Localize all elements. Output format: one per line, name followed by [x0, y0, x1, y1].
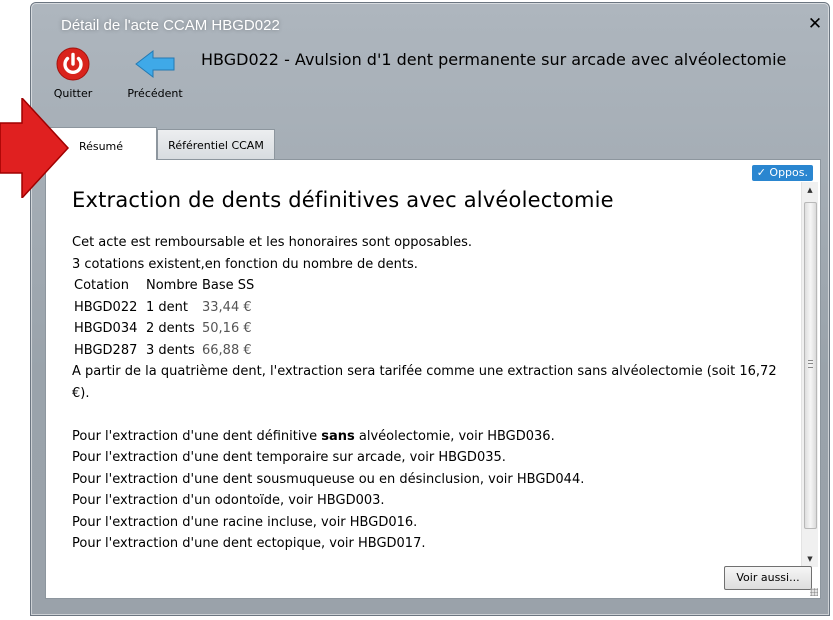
base-ss-value: 50,16 € [202, 321, 252, 336]
resume-panel: ✓ Oppos. ▲ ▼ Extraction de dents définit… [45, 159, 821, 599]
voir-aussi-button[interactable]: Voir aussi... [724, 566, 812, 590]
see-also-line: Pour l'extraction d'une dent temporaire … [72, 450, 506, 465]
table-row: HBGD022 1 dent 33,44 € [74, 297, 254, 319]
resume-document: Extraction de dents définitives avec alv… [72, 188, 787, 555]
see-also-line: Pour l'extraction d'une racine incluse, … [72, 514, 418, 530]
see-also-line: Pour l'extraction d'une dent ectopique, … [72, 536, 426, 551]
acte-heading: HBGD022 - Avulsion d'1 dent permanente s… [201, 50, 787, 69]
see-also-line: Pour l'extraction d'un odontoïde, voir H… [72, 493, 385, 508]
dent-count: 2 dents [146, 321, 195, 336]
vertical-scrollbar[interactable]: ▲ ▼ [801, 182, 818, 567]
see-also-line: Pour l'extraction d'une dent définitive … [72, 428, 555, 444]
back-arrow-icon [135, 49, 175, 79]
scroll-down-icon[interactable]: ▼ [802, 551, 818, 567]
scrollbar-thumb[interactable] [804, 202, 817, 529]
power-icon [56, 47, 90, 81]
back-label: Précédent [127, 87, 183, 100]
back-button[interactable]: Précédent [124, 47, 186, 100]
resize-grip-icon[interactable] [810, 588, 818, 596]
red-arrow-icon [0, 98, 70, 198]
base-ss-value: 66,88 € [202, 342, 252, 358]
emphasis-text: sans [321, 428, 355, 444]
table-header-row: Cotation Nombre Base SS [74, 275, 254, 297]
close-icon: ✕ [807, 14, 823, 34]
intro-line: Cet acte est remboursable et les honorai… [72, 235, 473, 250]
tab-referentiel-ccam[interactable]: Référentiel CCAM [157, 129, 275, 159]
dent-count: 3 dents [146, 342, 195, 358]
see-also-line: Pour l'extraction d'une dent sousmuqueus… [72, 471, 585, 487]
cotation-code: HBGD287 [74, 342, 138, 358]
cotation-code: HBGD034 [74, 321, 138, 336]
table-row: HBGD287 3 dents 66,88 € [74, 340, 254, 362]
close-button[interactable]: ✕ [807, 14, 823, 34]
window-title: Détail de l'acte CCAM HBGD022 [61, 17, 280, 34]
column-header: Cotation [74, 278, 129, 293]
base-ss-value: 33,44 € [202, 299, 252, 315]
dent-count: 1 dent [146, 299, 188, 315]
acte-detail-window: Détail de l'acte CCAM HBGD022 ✕ Quitter … [30, 2, 830, 616]
pricing-note: A partir de la quatrième dent, l'extract… [72, 364, 777, 401]
column-header: Base SS [202, 278, 255, 293]
column-header: Nombre [146, 278, 198, 293]
scroll-up-icon[interactable]: ▲ [802, 182, 818, 198]
intro-line: 3 cotations existent,en fonction du nomb… [72, 256, 418, 272]
opposable-badge: ✓ Oppos. [751, 165, 813, 181]
cotation-code: HBGD022 [74, 299, 138, 315]
table-row: HBGD034 2 dents 50,16 € [74, 318, 254, 340]
quit-button[interactable]: Quitter [49, 47, 97, 100]
cotation-table: Cotation Nombre Base SS HBGD022 1 dent 3… [74, 275, 254, 361]
content-title: Extraction de dents définitives avec alv… [72, 188, 614, 212]
